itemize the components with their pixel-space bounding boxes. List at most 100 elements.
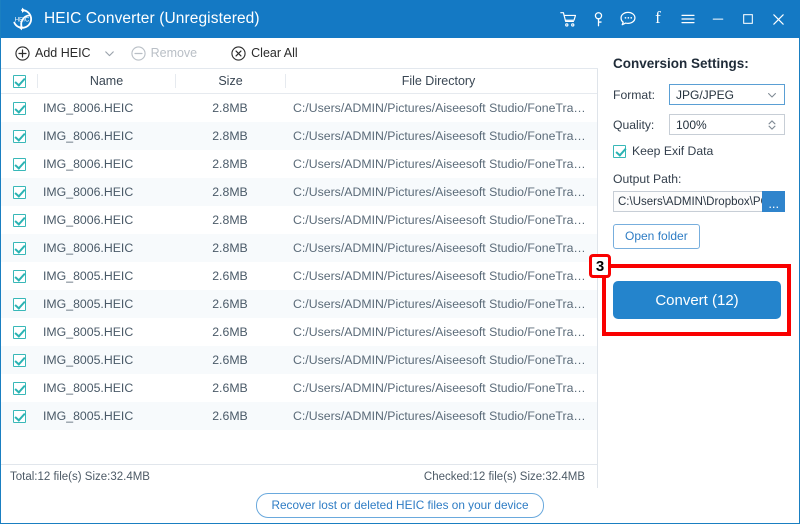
row-file-size: 2.8MB xyxy=(175,129,285,143)
chevron-down-icon xyxy=(766,89,778,104)
row-checkbox[interactable] xyxy=(1,186,37,199)
plus-circle-icon xyxy=(15,46,30,61)
row-file-size: 2.8MB xyxy=(175,157,285,171)
settings-title: Conversion Settings: xyxy=(613,56,799,71)
row-file-name: IMG_8006.HEIC xyxy=(37,241,175,255)
table-row[interactable]: IMG_8006.HEIC2.8MBC:/Users/ADMIN/Picture… xyxy=(1,178,597,206)
table-row[interactable]: IMG_8005.HEIC2.6MBC:/Users/ADMIN/Picture… xyxy=(1,346,597,374)
recover-files-button[interactable]: Recover lost or deleted HEIC files on yo… xyxy=(256,493,543,518)
chat-icon[interactable] xyxy=(613,4,643,34)
checkbox-icon xyxy=(13,410,26,423)
row-checkbox[interactable] xyxy=(1,298,37,311)
keep-exif-checkbox[interactable] xyxy=(613,145,626,158)
row-file-directory: C:/Users/ADMIN/Pictures/Aiseesoft Studio… xyxy=(285,381,597,395)
row-file-size: 2.6MB xyxy=(175,353,285,367)
row-file-name: IMG_8005.HEIC xyxy=(37,325,175,339)
quality-stepper[interactable]: 100% xyxy=(669,114,785,135)
row-file-size: 2.8MB xyxy=(175,185,285,199)
total-status: Total:12 file(s) Size:32.4MB xyxy=(10,471,150,483)
row-file-size: 2.6MB xyxy=(175,381,285,395)
row-file-directory: C:/Users/ADMIN/Pictures/Aiseesoft Studio… xyxy=(285,129,597,143)
output-path-row: C:\Users\ADMIN\Dropbox\PC\ ... xyxy=(613,191,785,212)
row-file-name: IMG_8006.HEIC xyxy=(37,213,175,227)
table-row[interactable]: IMG_8006.HEIC2.8MBC:/Users/ADMIN/Picture… xyxy=(1,150,597,178)
row-checkbox[interactable] xyxy=(1,410,37,423)
table-header: Name Size File Directory xyxy=(1,69,597,94)
row-checkbox[interactable] xyxy=(1,326,37,339)
remove-label: Remove xyxy=(151,46,198,60)
row-file-directory: C:/Users/ADMIN/Pictures/Aiseesoft Studio… xyxy=(285,101,597,115)
minimize-icon[interactable] xyxy=(703,4,733,34)
row-file-directory: C:/Users/ADMIN/Pictures/Aiseesoft Studio… xyxy=(285,353,597,367)
row-file-directory: C:/Users/ADMIN/Pictures/Aiseesoft Studio… xyxy=(285,297,597,311)
row-file-name: IMG_8005.HEIC xyxy=(37,269,175,283)
checkbox-icon xyxy=(13,186,26,199)
cart-icon[interactable] xyxy=(553,4,583,34)
row-file-name: IMG_8005.HEIC xyxy=(37,297,175,311)
checkbox-icon xyxy=(13,270,26,283)
maximize-icon[interactable] xyxy=(733,4,763,34)
row-checkbox[interactable] xyxy=(1,270,37,283)
select-all-checkbox[interactable] xyxy=(1,75,37,88)
row-checkbox[interactable] xyxy=(1,130,37,143)
spinner-updown-icon[interactable] xyxy=(766,118,778,135)
row-checkbox[interactable] xyxy=(1,242,37,255)
row-file-directory: C:/Users/ADMIN/Pictures/Aiseesoft Studio… xyxy=(285,157,597,171)
column-header-directory[interactable]: File Directory xyxy=(285,74,597,88)
checkbox-icon xyxy=(13,75,26,88)
table-row[interactable]: IMG_8006.HEIC2.8MBC:/Users/ADMIN/Picture… xyxy=(1,122,597,150)
row-checkbox[interactable] xyxy=(1,102,37,115)
close-icon[interactable] xyxy=(763,4,793,34)
row-file-directory: C:/Users/ADMIN/Pictures/Aiseesoft Studio… xyxy=(285,269,597,283)
column-header-size[interactable]: Size xyxy=(175,74,285,88)
row-file-directory: C:/Users/ADMIN/Pictures/Aiseesoft Studio… xyxy=(285,325,597,339)
row-file-name: IMG_8006.HEIC xyxy=(37,157,175,171)
table-row[interactable]: IMG_8006.HEIC2.8MBC:/Users/ADMIN/Picture… xyxy=(1,234,597,262)
table-row[interactable]: IMG_8005.HEIC2.6MBC:/Users/ADMIN/Picture… xyxy=(1,402,597,430)
footer-bar: Recover lost or deleted HEIC files on yo… xyxy=(1,488,799,522)
checkbox-icon xyxy=(13,102,26,115)
table-row[interactable]: IMG_8005.HEIC2.6MBC:/Users/ADMIN/Picture… xyxy=(1,290,597,318)
column-header-name[interactable]: Name xyxy=(37,74,175,88)
close-circle-icon xyxy=(231,46,246,61)
menu-icon[interactable] xyxy=(673,4,703,34)
checkbox-icon xyxy=(13,354,26,367)
table-row[interactable]: IMG_8006.HEIC2.8MBC:/Users/ADMIN/Picture… xyxy=(1,206,597,234)
row-checkbox[interactable] xyxy=(1,382,37,395)
table-row[interactable]: IMG_8006.HEIC2.8MBC:/Users/ADMIN/Picture… xyxy=(1,94,597,122)
row-checkbox[interactable] xyxy=(1,214,37,227)
row-file-name: IMG_8005.HEIC xyxy=(37,381,175,395)
row-file-name: IMG_8005.HEIC xyxy=(37,353,175,367)
keep-exif-row[interactable]: Keep Exif Data xyxy=(613,144,799,158)
row-file-size: 2.8MB xyxy=(175,241,285,255)
row-checkbox[interactable] xyxy=(1,354,37,367)
key-icon[interactable] xyxy=(583,4,613,34)
table-row[interactable]: IMG_8005.HEIC2.6MBC:/Users/ADMIN/Picture… xyxy=(1,374,597,402)
checkbox-icon xyxy=(13,214,26,227)
row-file-size: 2.6MB xyxy=(175,409,285,423)
facebook-icon[interactable]: f xyxy=(643,4,673,34)
quality-row: Quality: 100% xyxy=(613,114,799,135)
app-logo-icon: HEIC xyxy=(9,6,35,32)
table-row[interactable]: IMG_8005.HEIC2.6MBC:/Users/ADMIN/Picture… xyxy=(1,318,597,346)
browse-folder-button[interactable]: ... xyxy=(762,191,785,212)
row-file-directory: C:/Users/ADMIN/Pictures/Aiseesoft Studio… xyxy=(285,409,597,423)
convert-button[interactable]: Convert (12) xyxy=(613,281,781,319)
row-checkbox[interactable] xyxy=(1,158,37,171)
open-folder-button[interactable]: Open folder xyxy=(613,224,700,249)
clear-all-button[interactable]: Clear All xyxy=(227,38,302,68)
svg-text:HEIC: HEIC xyxy=(15,16,30,23)
format-row: Format: JPG/JPEG xyxy=(613,84,799,105)
output-path-input[interactable]: C:\Users\ADMIN\Dropbox\PC\ xyxy=(613,191,762,212)
table-row[interactable]: IMG_8005.HEIC2.6MBC:/Users/ADMIN/Picture… xyxy=(1,262,597,290)
heic-converter-window: HEIC HEIC Converter (Unregistered) f xyxy=(0,0,800,524)
add-heic-dropdown-button[interactable] xyxy=(97,38,123,68)
table-body: IMG_8006.HEIC2.8MBC:/Users/ADMIN/Picture… xyxy=(1,94,597,430)
row-file-directory: C:/Users/ADMIN/Pictures/Aiseesoft Studio… xyxy=(285,185,597,199)
format-label: Format: xyxy=(613,88,669,102)
remove-button[interactable]: Remove xyxy=(127,38,202,68)
quality-label: Quality: xyxy=(613,118,669,132)
format-select[interactable]: JPG/JPEG xyxy=(669,84,785,105)
checkbox-icon xyxy=(13,382,26,395)
add-heic-button[interactable]: Add HEIC xyxy=(11,38,95,68)
